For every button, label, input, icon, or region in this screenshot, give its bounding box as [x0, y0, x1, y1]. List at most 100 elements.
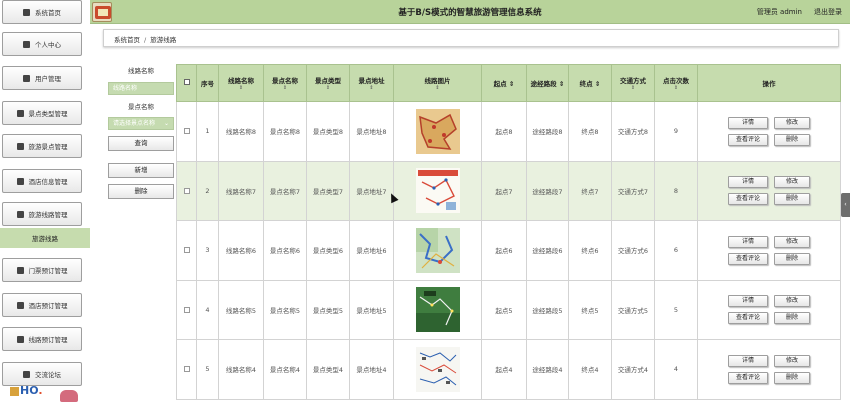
edit-button[interactable]: 修改	[774, 116, 810, 129]
table-row[interactable]: 2 线路名称7 景点名称7 景点类型7 景点地址7 起点7 途经路段7 终点7 交通方式7 8 详情…	[176, 160, 841, 221]
sidebar-item-users[interactable]: 用户管理	[2, 66, 82, 90]
column-header[interactable]: 途经路段 ⇕	[526, 64, 569, 102]
grid-icon	[16, 301, 24, 309]
sort-icon[interactable]: ⇕	[307, 85, 349, 92]
row-select-cell[interactable]	[176, 220, 197, 281]
via-cell: 途经路段4	[526, 339, 569, 400]
sort-icon[interactable]: ⇕	[595, 80, 600, 88]
sidebar-item-spots[interactable]: 旅游景点管理	[2, 134, 82, 158]
collapse-handle[interactable]: ‹	[841, 193, 850, 217]
add-button[interactable]: 新增	[108, 163, 174, 178]
delete-button[interactable]: 删除	[774, 193, 810, 206]
row-select-cell[interactable]	[176, 160, 197, 221]
column-header[interactable]: 线路图片 ⇕	[393, 64, 482, 102]
row-checkbox[interactable]	[183, 366, 190, 373]
chevron-down-icon: ⌄	[163, 120, 169, 127]
detail-button[interactable]: 详情	[728, 295, 768, 308]
delete-button[interactable]: 删除	[774, 133, 810, 146]
spot-name-select[interactable]: 请选择景点名称 ⌄	[108, 117, 174, 130]
transport-cell: 交通方式5	[611, 279, 655, 340]
row-select-cell[interactable]	[176, 339, 197, 400]
route-map-thumbnail[interactable]	[415, 168, 460, 214]
sidebar-item-route-booking[interactable]: 线路预订管理	[2, 327, 82, 351]
sort-icon[interactable]: ⇕	[394, 85, 481, 92]
delete-button[interactable]: 删除	[774, 371, 810, 384]
detail-button[interactable]: 详情	[728, 235, 768, 248]
sidebar-item-label: 交流论坛	[35, 371, 61, 379]
delete-selected-button[interactable]: 删除	[108, 184, 174, 199]
sidebar-item-ticket-booking[interactable]: 门票预订管理	[2, 258, 82, 282]
sort-icon[interactable]: ⇕	[655, 85, 697, 92]
sort-icon[interactable]: ⇕	[612, 85, 654, 92]
end-cell: 终点6	[568, 220, 612, 281]
route-map-thumbnail[interactable]	[415, 108, 460, 154]
sidebar-item-home[interactable]: 系统首页	[2, 0, 82, 24]
column-header[interactable]: 线路名称 ⇕	[218, 64, 264, 102]
breadcrumb-home[interactable]: 系统首页	[114, 36, 140, 44]
route-name-cell: 线路名称7	[218, 160, 264, 221]
detail-button[interactable]: 详情	[728, 116, 768, 129]
route-name-input[interactable]: 线路名称	[108, 82, 174, 95]
sidebar-subitem-routes[interactable]: 旅游线路	[0, 228, 90, 248]
query-button[interactable]: 查询	[108, 136, 174, 151]
table-row[interactable]: 4 线路名称5 景点名称5 景点类型5 景点地址5 起点5 途经路段5 终点5 交通方式5 5 详情…	[176, 279, 841, 340]
select-all-checkbox[interactable]	[183, 79, 190, 85]
row-select-cell[interactable]	[176, 279, 197, 340]
start-cell: 起点4	[481, 339, 527, 400]
spot-address-cell: 景点地址7	[349, 160, 394, 221]
view-reviews-button[interactable]: 查看评论	[728, 312, 768, 325]
table-row[interactable]: 5 线路名称4 景点名称4 景点类型4 景点地址4 起点4 途经路段4 终点4 交通方式4 4 详情…	[176, 339, 841, 400]
delete-button[interactable]: 删除	[774, 252, 810, 265]
sidebar-item-hotels[interactable]: 酒店信息管理	[2, 169, 82, 193]
transport-cell: 交通方式7	[611, 160, 655, 221]
sort-icon[interactable]: ⇕	[509, 80, 514, 88]
sort-icon[interactable]: ⇕	[559, 80, 564, 88]
column-header[interactable]: 点击次数 ⇕	[654, 64, 698, 102]
column-header[interactable]: 景点类型 ⇕	[306, 64, 350, 102]
actions-cell: 详情 修改 查看评论 删除	[697, 279, 841, 340]
spot-type-cell: 景点类型7	[306, 160, 350, 221]
edit-button[interactable]: 修改	[774, 235, 810, 248]
edit-button[interactable]: 修改	[774, 176, 810, 189]
current-user: 管理员 admin	[756, 8, 802, 16]
table-row[interactable]: 1 线路名称8 景点名称8 景点类型8 景点地址8 起点8 途经路段8 终点8 交通方式8 9 详情…	[176, 101, 841, 162]
route-name-label: 线路名称	[128, 67, 154, 75]
table-row[interactable]: 3 线路名称6 景点名称6 景点类型6 景点地址6 起点6 途经路段6 终点6 交通方式6 6 详情…	[176, 220, 841, 281]
row-checkbox[interactable]	[183, 187, 190, 194]
row-checkbox[interactable]	[183, 306, 190, 313]
route-map-thumbnail[interactable]	[415, 287, 460, 333]
view-reviews-button[interactable]: 查看评论	[728, 371, 768, 384]
column-header[interactable]: 景点地址 ⇕	[349, 64, 394, 102]
view-reviews-button[interactable]: 查看评论	[728, 133, 768, 146]
sort-icon[interactable]: ⇕	[264, 85, 306, 92]
sidebar-item-spot-types[interactable]: 景点类型管理	[2, 101, 82, 125]
sidebar-item-hotel-booking[interactable]: 酒店预订管理	[2, 293, 82, 317]
logout-link[interactable]: 退出登录	[814, 7, 842, 17]
row-checkbox[interactable]	[183, 128, 190, 135]
select-all-cell[interactable]	[176, 64, 197, 102]
column-header[interactable]: 终点 ⇕	[568, 64, 612, 102]
row-select-cell[interactable]	[176, 101, 197, 162]
sidebar-item-routes[interactable]: 旅游线路管理	[2, 202, 82, 226]
route-map-thumbnail[interactable]	[415, 346, 460, 392]
sidebar-item-profile[interactable]: 个人中心	[2, 32, 82, 56]
column-header[interactable]: 景点名称 ⇕	[263, 64, 307, 102]
edit-button[interactable]: 修改	[774, 295, 810, 308]
clicks-cell: 6	[654, 220, 698, 281]
column-header[interactable]: 起点 ⇕	[481, 64, 527, 102]
spot-name-cell: 景点名称8	[263, 101, 307, 162]
detail-button[interactable]: 详情	[728, 354, 768, 367]
delete-button[interactable]: 删除	[774, 312, 810, 325]
sort-icon[interactable]: ⇕	[350, 85, 393, 92]
row-checkbox[interactable]	[183, 247, 190, 254]
sidebar-decoration: HO.	[8, 383, 88, 405]
via-cell: 途经路段7	[526, 160, 569, 221]
view-reviews-button[interactable]: 查看评论	[728, 252, 768, 265]
spot-address-cell: 景点地址8	[349, 101, 394, 162]
view-reviews-button[interactable]: 查看评论	[728, 193, 768, 206]
edit-button[interactable]: 修改	[774, 354, 810, 367]
column-header[interactable]: 交通方式 ⇕	[611, 64, 655, 102]
detail-button[interactable]: 详情	[728, 176, 768, 189]
route-map-thumbnail[interactable]	[415, 227, 460, 273]
sort-icon[interactable]: ⇕	[219, 85, 263, 92]
